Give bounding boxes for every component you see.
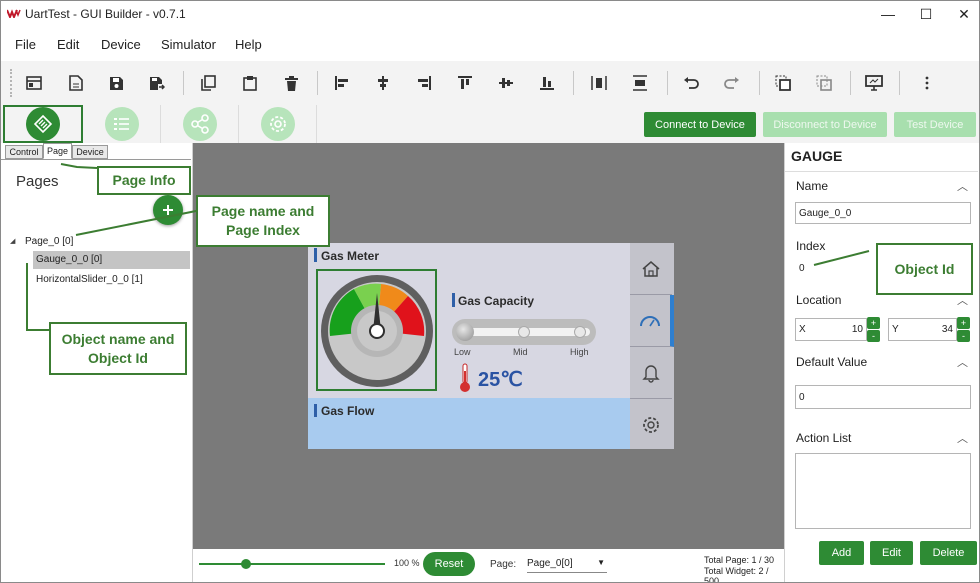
object-id-connector [813,250,870,266]
callout-object-name: Object name and Object Id [49,322,187,375]
app-window: UartTest - GUI Builder - v0.7.1 — ☐ ✕ Fi… [0,0,980,583]
callout-object-id: Object Id [876,243,973,295]
callout-page-name: Page name and Page Index [196,195,330,247]
object-name-connector [26,263,49,331]
callout-page-info: Page Info [97,166,191,195]
page-info-connector [60,163,98,169]
callout-connectors [26,163,870,331]
page-name-connector [75,208,207,236]
